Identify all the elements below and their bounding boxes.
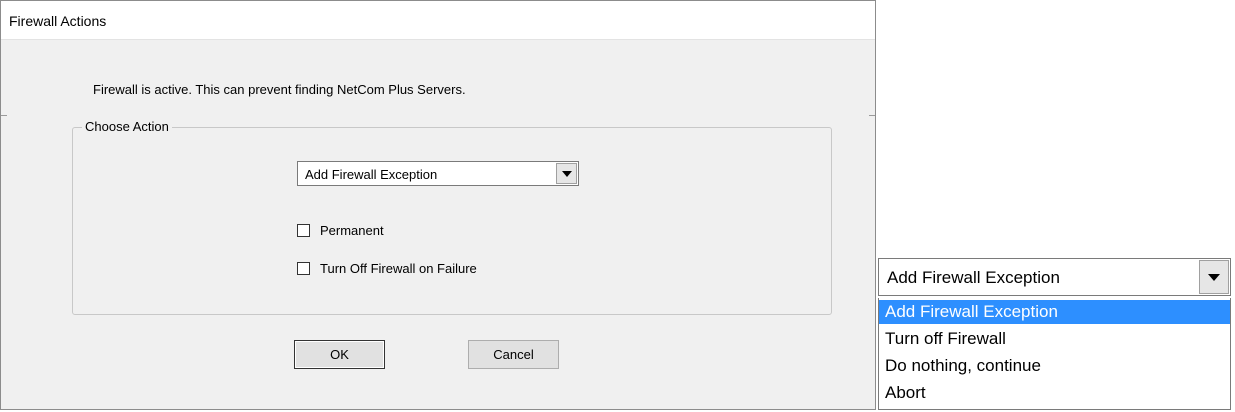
action-select[interactable]: Add Firewall Exception [297, 161, 579, 186]
window-edge-mark [869, 115, 875, 116]
option-add-firewall-exception[interactable]: Add Firewall Exception [879, 300, 1230, 324]
chevron-down-icon [1208, 273, 1220, 281]
option-turn-off-firewall[interactable]: Turn off Firewall [879, 327, 1230, 351]
ok-button[interactable]: OK [294, 340, 385, 369]
choose-action-group: Choose Action Add Firewall Exception Per… [72, 119, 832, 315]
dropdown-button[interactable] [556, 163, 577, 184]
dialog-title: Firewall Actions [9, 13, 107, 29]
window-edge-mark [1, 115, 7, 116]
firewall-warning-message: Firewall is active. This can prevent fin… [93, 82, 466, 97]
cancel-button[interactable]: Cancel [468, 340, 559, 369]
expanded-action-select[interactable]: Add Firewall Exception [878, 258, 1231, 296]
chevron-down-icon [561, 170, 572, 177]
permanent-checkbox-row[interactable]: Permanent [297, 223, 384, 238]
permanent-label: Permanent [320, 223, 384, 238]
expanded-dropdown-button[interactable] [1199, 260, 1229, 294]
group-label: Choose Action [82, 119, 172, 134]
action-select-value: Add Firewall Exception [305, 167, 438, 182]
firewall-actions-dialog: Firewall Actions Firewall is active. Thi… [0, 0, 876, 410]
expanded-select-value: Add Firewall Exception [887, 268, 1060, 287]
option-do-nothing-continue[interactable]: Do nothing, continue [879, 354, 1230, 378]
dropdown-options-list: Add Firewall Exception Turn off Firewall… [878, 298, 1231, 410]
turn-off-firewall-checkbox-row[interactable]: Turn Off Firewall on Failure [297, 261, 477, 276]
title-bar[interactable]: Firewall Actions [1, 1, 875, 40]
turn-off-firewall-checkbox[interactable] [297, 262, 310, 275]
option-abort[interactable]: Abort [879, 381, 1230, 405]
permanent-checkbox[interactable] [297, 224, 310, 237]
turn-off-firewall-label: Turn Off Firewall on Failure [320, 261, 477, 276]
